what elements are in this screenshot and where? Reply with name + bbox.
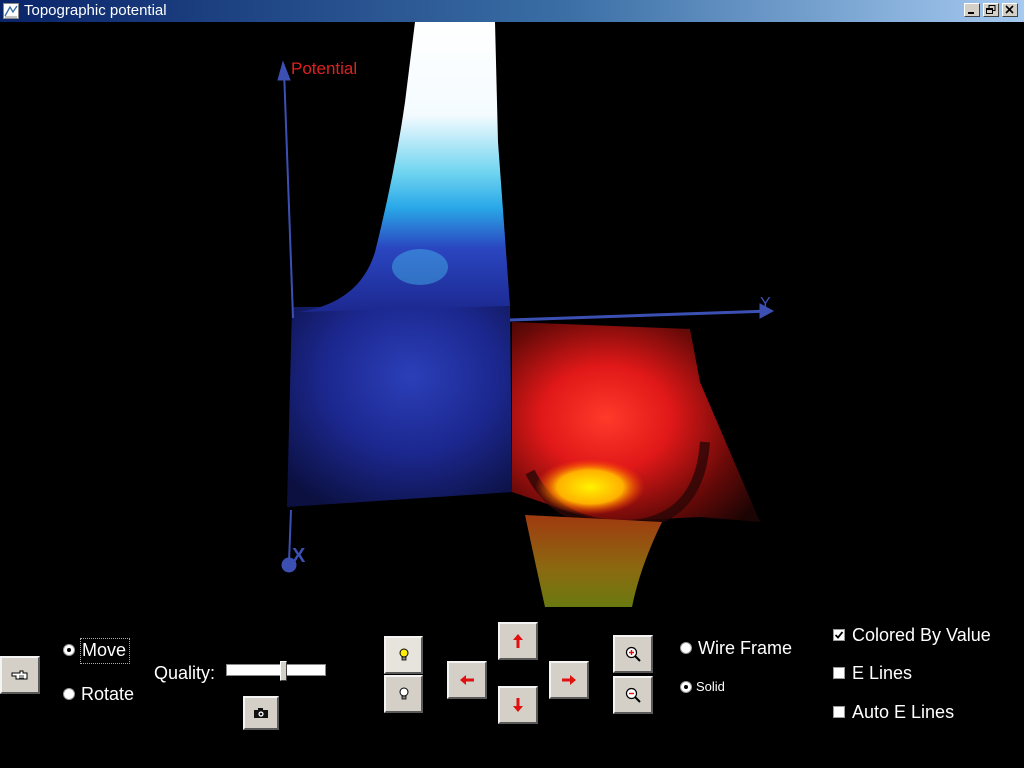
window-title: Topographic potential — [24, 2, 167, 19]
underside-surface — [525, 515, 662, 607]
arrow-down-icon — [513, 698, 523, 712]
e-lines-label[interactable]: E Lines — [852, 663, 912, 684]
y-axis-label: Y — [760, 295, 771, 312]
lightbulb-off-icon — [399, 687, 408, 700]
hand-pointer-icon — [11, 670, 28, 680]
pan-up-button[interactable] — [498, 622, 538, 660]
zoom-in-button[interactable] — [613, 635, 653, 673]
pan-hand-button[interactable] — [0, 656, 40, 694]
arrow-left-icon — [460, 675, 474, 685]
title-bar: Topographic potential — [0, 0, 1024, 22]
rotate-radio[interactable] — [63, 688, 75, 700]
e-lines-checkbox[interactable] — [833, 667, 845, 679]
zoom-in-icon — [625, 646, 641, 662]
camera-icon — [254, 708, 268, 718]
arrow-right-icon — [562, 675, 576, 685]
auto-e-lines-checkbox[interactable] — [833, 706, 845, 718]
pan-right-button[interactable] — [549, 661, 589, 699]
light-on-button[interactable] — [384, 636, 423, 674]
zoom-out-icon — [625, 687, 641, 703]
rotate-label[interactable]: Rotate — [81, 684, 134, 705]
wire-frame-radio[interactable] — [680, 642, 692, 654]
potential-3d-view[interactable]: Potential Y X — [0, 22, 1024, 618]
zoom-out-button[interactable] — [613, 676, 653, 714]
restore-button[interactable] — [983, 3, 999, 17]
quality-slider[interactable] — [226, 664, 326, 676]
solid-radio[interactable] — [680, 681, 692, 693]
arrow-up-icon — [513, 634, 523, 648]
solid-label[interactable]: Solid — [696, 679, 725, 694]
pan-down-button[interactable] — [498, 686, 538, 724]
quality-label: Quality: — [154, 663, 216, 683]
move-label[interactable]: Move — [82, 640, 126, 661]
colored-by-value-label[interactable]: Colored By Value — [852, 625, 991, 646]
lightbulb-on-icon — [399, 648, 408, 661]
blue-surface — [287, 306, 512, 507]
x-axis-label: X — [292, 545, 306, 567]
colored-by-value-checkbox[interactable] — [833, 629, 845, 641]
potential-axis-label: Potential — [291, 59, 357, 78]
control-panel: Move Rotate Quality: Wire Frame Solid Co… — [0, 618, 1024, 768]
snapshot-button[interactable] — [243, 696, 279, 730]
app-icon — [3, 3, 19, 19]
light-off-button[interactable] — [384, 675, 423, 713]
move-radio[interactable] — [63, 644, 75, 656]
pan-left-button[interactable] — [447, 661, 487, 699]
auto-e-lines-label[interactable]: Auto E Lines — [852, 702, 954, 723]
wire-frame-label[interactable]: Wire Frame — [698, 638, 792, 659]
quality-slider-thumb[interactable] — [279, 661, 287, 681]
minimize-button[interactable] — [964, 3, 980, 17]
checkmark-icon — [834, 631, 844, 639]
close-button[interactable] — [1002, 3, 1018, 17]
